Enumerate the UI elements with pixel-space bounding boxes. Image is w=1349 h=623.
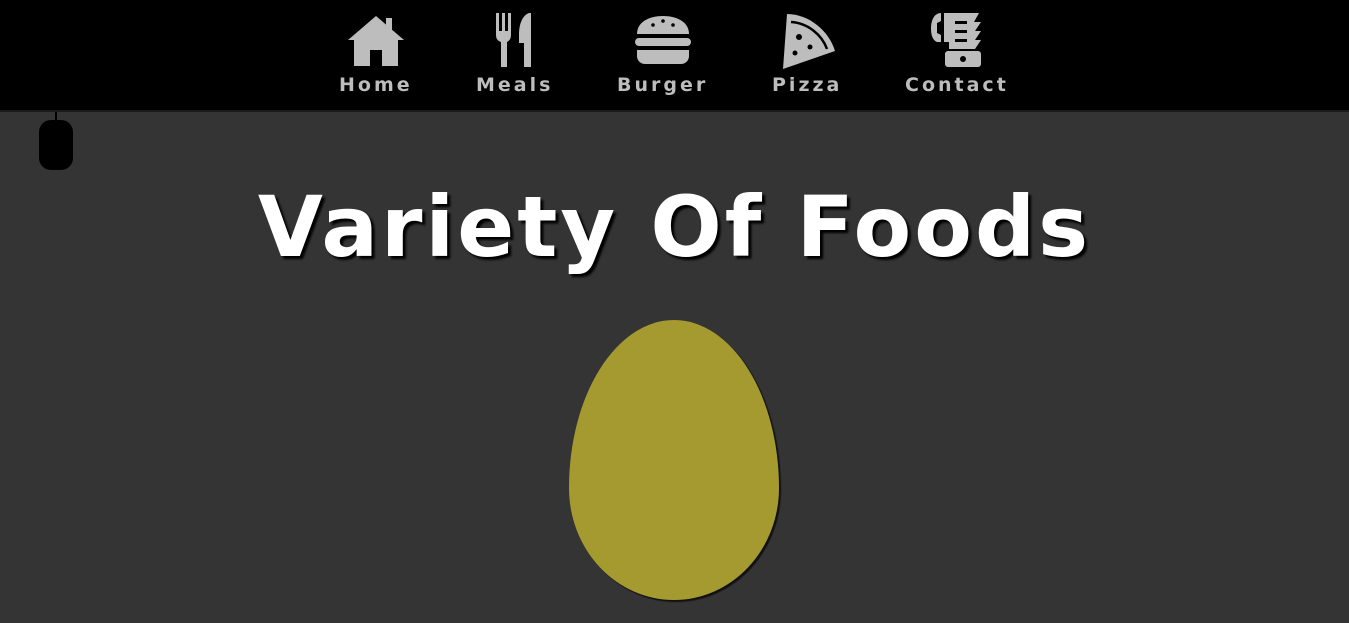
top-navigation-bar: Home Meals Burger Pizza Contact (0, 0, 1349, 112)
nav-item-contact[interactable]: Contact (905, 10, 1009, 96)
nav-item-meals[interactable]: Meals (476, 10, 553, 96)
burger-icon (631, 10, 695, 70)
nav-label-home: Home (339, 74, 413, 96)
house-icon (344, 10, 408, 70)
mouse-scroll-icon (39, 112, 73, 170)
utensils-icon (483, 10, 547, 70)
nav-label-contact: Contact (905, 74, 1009, 96)
hero-title: Variety Of Foods (257, 178, 1092, 276)
nav-item-pizza[interactable]: Pizza (772, 10, 842, 96)
nav-label-pizza: Pizza (772, 74, 843, 96)
pizza-slice-icon (775, 10, 839, 70)
nav-item-burger[interactable]: Burger (617, 10, 708, 96)
nav-label-burger: Burger (617, 74, 709, 96)
nav-label-meals: Meals (476, 74, 554, 96)
egg-shape (569, 320, 779, 600)
nav-item-home[interactable]: Home (339, 10, 413, 96)
phone-fax-icon (925, 10, 989, 70)
